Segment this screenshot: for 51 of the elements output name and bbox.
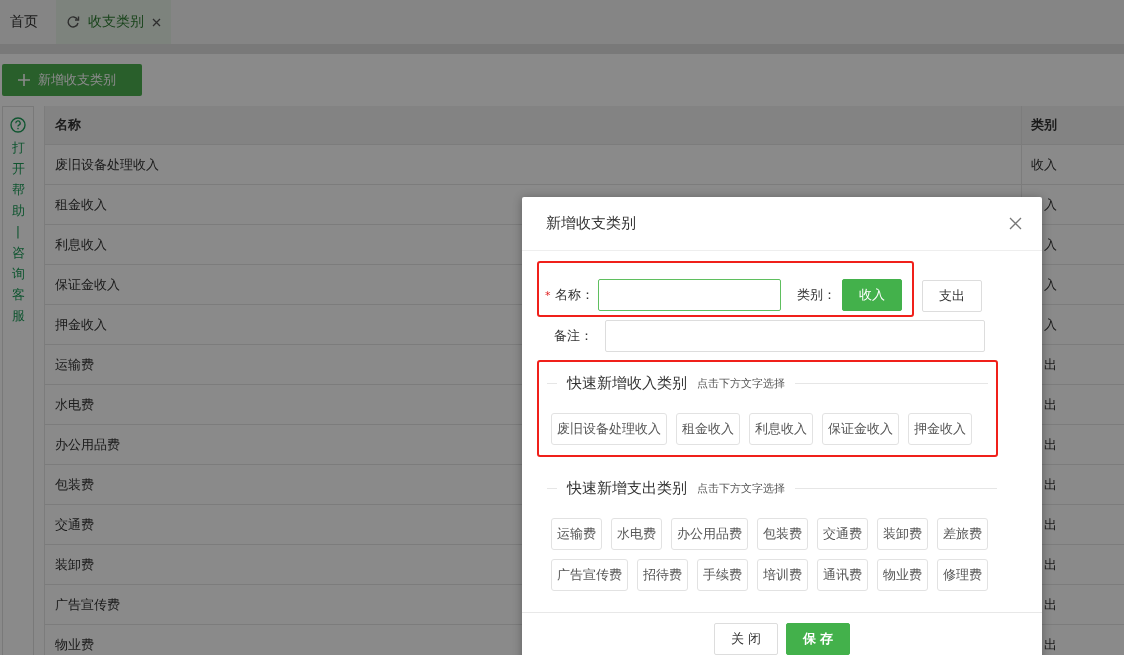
table-cell: 入 <box>1044 315 1057 334</box>
table-cell: 出 <box>1044 595 1057 614</box>
field-label: 名称： <box>554 286 594 304</box>
quick-pick-chip[interactable]: 培训费 <box>757 559 808 591</box>
quick-pick-chip[interactable]: 运输费 <box>551 518 602 550</box>
required-mark: * <box>545 288 551 302</box>
quick-pick-chip[interactable]: 办公用品费 <box>671 518 748 550</box>
quick-pick-chip[interactable]: 广告宣传费 <box>551 559 628 591</box>
close-button[interactable]: 关 闭 <box>714 623 778 655</box>
table-cell: 出 <box>1044 395 1057 414</box>
column-header: 类别 <box>1031 116 1057 134</box>
table-cell: 出 <box>1044 635 1057 654</box>
quick-pick-chip[interactable]: 水电费 <box>611 518 662 550</box>
hint-text: 点击下方文字选择 <box>697 481 785 496</box>
quick-pick-chip[interactable]: 差旅费 <box>937 518 988 550</box>
plus-icon <box>18 74 30 86</box>
column-header: 名称 <box>45 106 1022 144</box>
table-cell: 出 <box>1044 435 1057 454</box>
field-label: 备注： <box>554 327 593 345</box>
quick-pick-chip[interactable]: 废旧设备处理收入 <box>551 413 667 445</box>
table-cell: 出 <box>1044 475 1057 494</box>
note-input-field[interactable] <box>605 320 985 352</box>
tab[interactable]: 首页 <box>0 0 48 44</box>
table-cell: 废旧设备处理收入 <box>45 145 1022 184</box>
quick-pick-chip[interactable]: 保证金收入 <box>822 413 899 445</box>
quick-pick-chip[interactable]: 包装费 <box>757 518 808 550</box>
quick-pick-chip[interactable]: 物业费 <box>877 559 928 591</box>
table-cell: 入 <box>1044 195 1057 214</box>
quick-pick-chip[interactable]: 通讯费 <box>817 559 868 591</box>
name-input-field[interactable] <box>597 279 781 311</box>
section-title: 快速新增支出类别 <box>567 479 687 498</box>
quick-pick-chip[interactable]: 招待费 <box>637 559 688 591</box>
table-cell: 出 <box>1044 355 1057 374</box>
table-cell: 出 <box>1044 555 1057 574</box>
table-cell: 入 <box>1044 235 1057 254</box>
refresh-icon[interactable] <box>66 15 80 29</box>
close-icon[interactable] <box>152 17 161 27</box>
quick-pick-chip[interactable]: 押金收入 <box>908 413 972 445</box>
field-label: 类别： <box>796 286 836 304</box>
quick-pick-chip[interactable]: 交通费 <box>817 518 868 550</box>
quick-pick-chip[interactable]: 手续费 <box>697 559 748 591</box>
table-cell: 收入 <box>1031 155 1057 174</box>
quick-pick-chip[interactable]: 装卸费 <box>877 518 928 550</box>
close-icon[interactable] <box>1009 217 1022 230</box>
help-icon[interactable] <box>10 117 26 133</box>
quick-pick-chip[interactable]: 利息收入 <box>749 413 813 445</box>
quick-pick-chip[interactable]: 租金收入 <box>676 413 740 445</box>
table-cell: 出 <box>1044 515 1057 534</box>
quick-pick-chip[interactable]: 修理费 <box>937 559 988 591</box>
table-cell: 入 <box>1044 275 1057 294</box>
type-button[interactable]: 支出 <box>921 280 982 312</box>
